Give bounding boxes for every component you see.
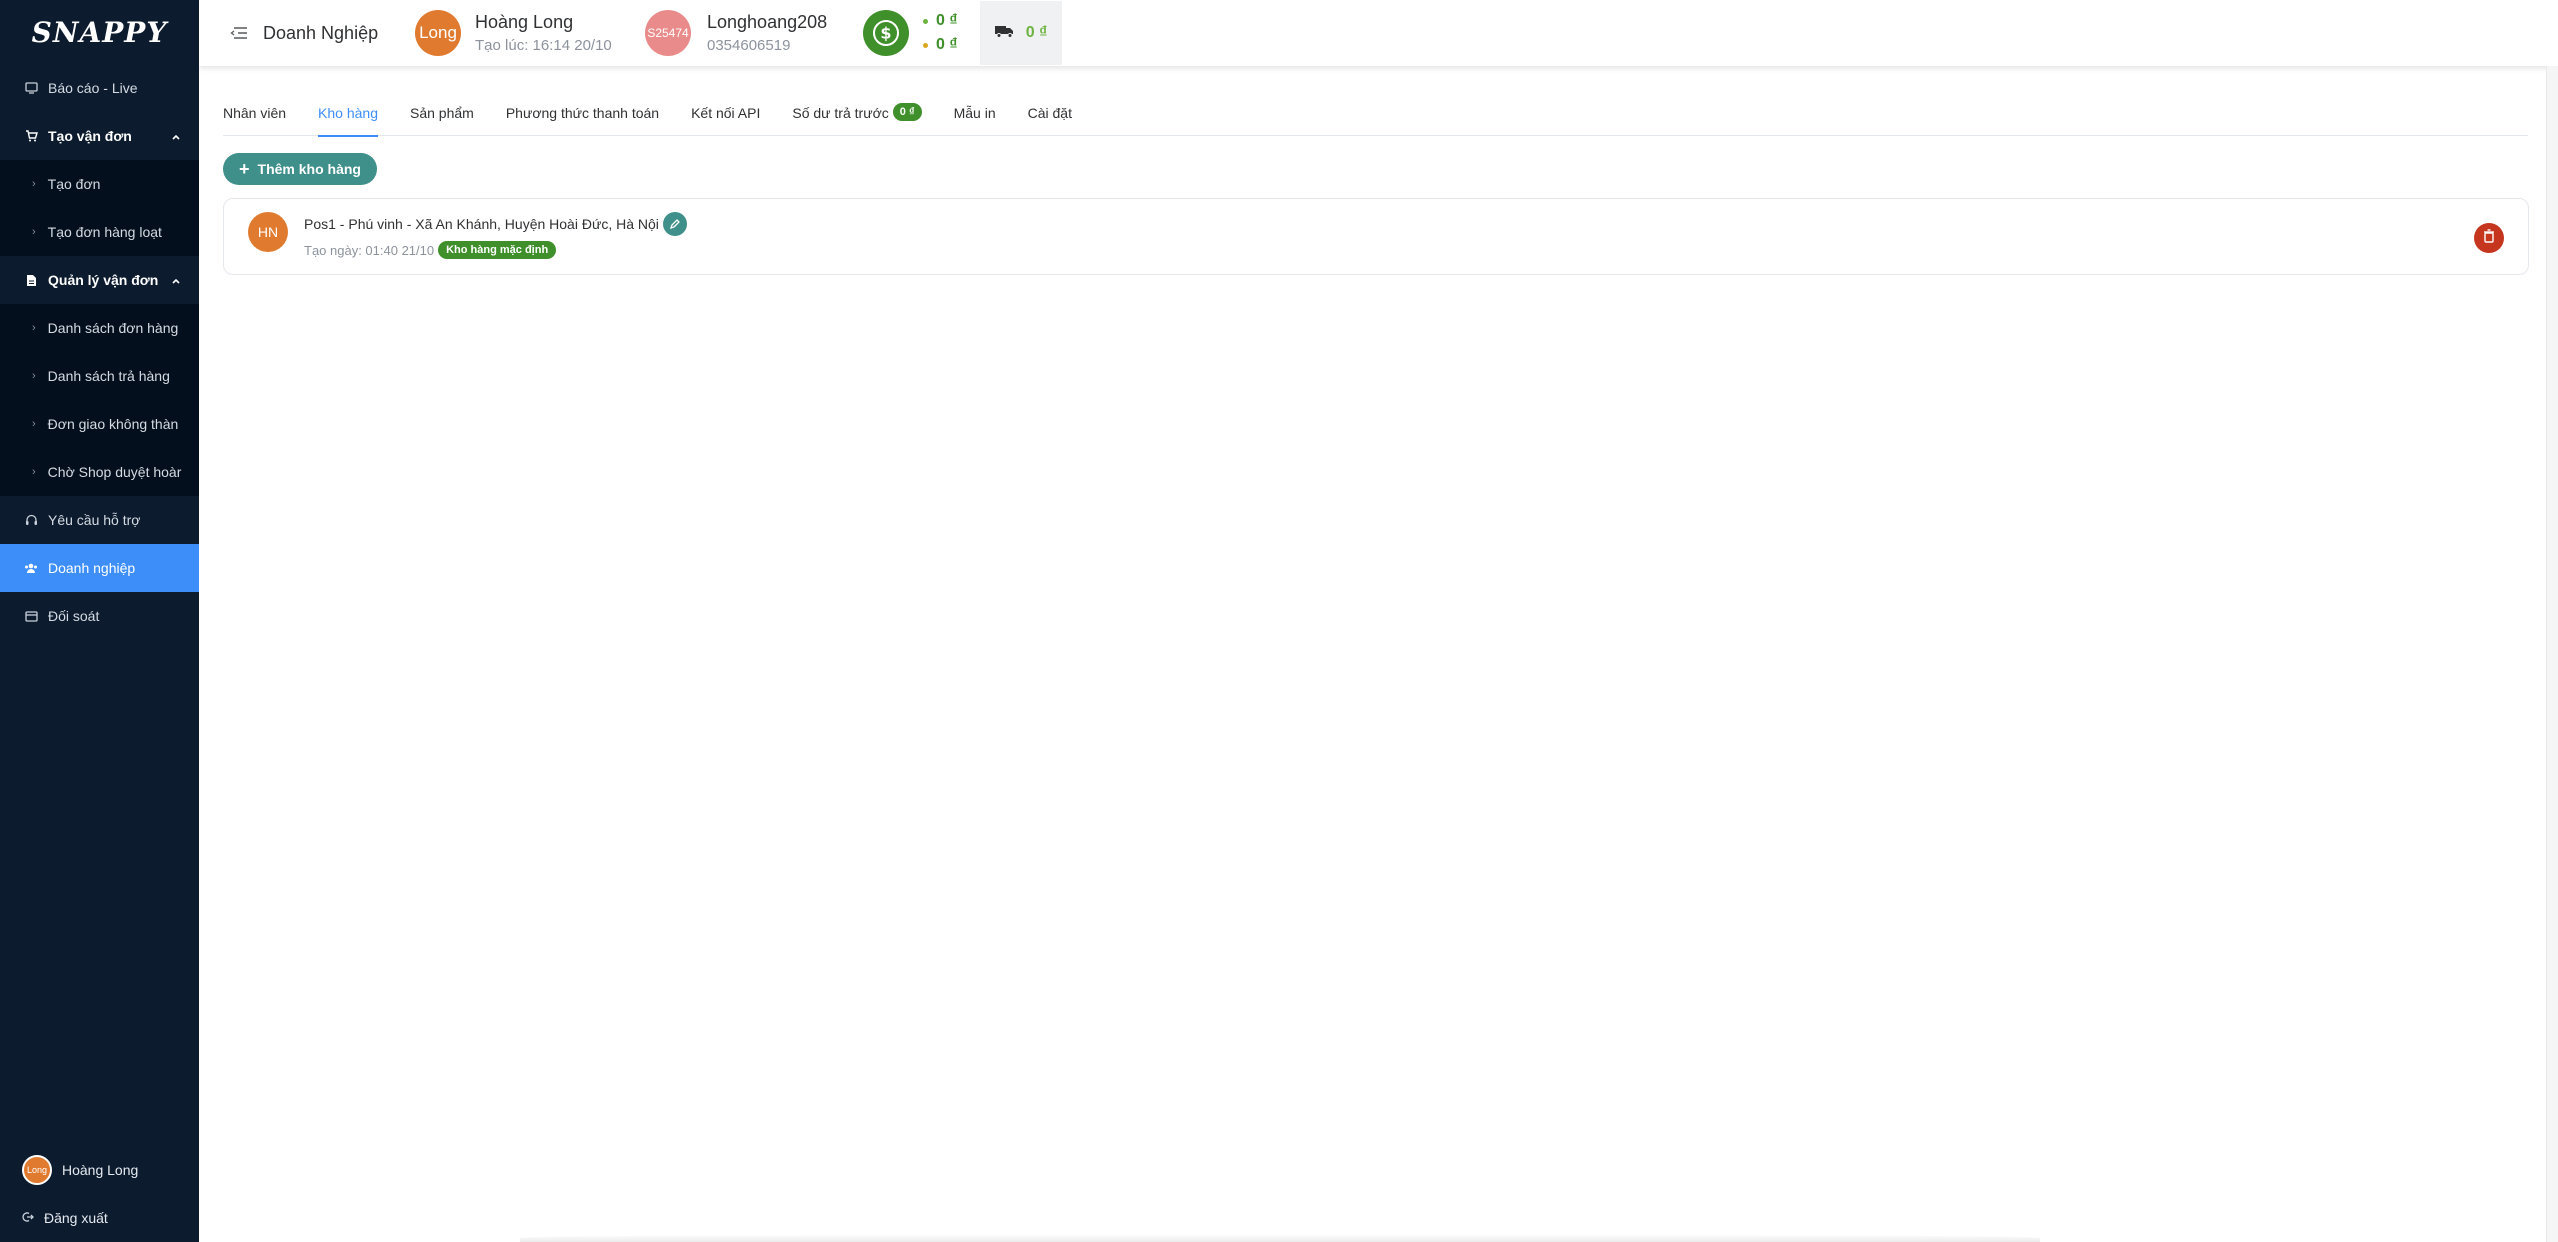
svg-text:$: $ (880, 24, 891, 43)
warehouse-meta: Tạo ngày: 01:40 21/10 Kho hàng mặc định (304, 241, 557, 259)
sidebar-item-label: Tạo đơn (47, 176, 101, 192)
card-icon (24, 609, 38, 623)
cart-icon (24, 129, 38, 143)
sidebar-nav: Báo cáo - Live Tạo vận đơn › Tạo đơn › T… (0, 64, 199, 640)
sidebar-group-quan-ly-van-don[interactable]: Quản lý vận đơn (0, 256, 199, 304)
tabs: Nhân viên Kho hàng Sản phẩm Phương thức … (223, 100, 2528, 137)
default-warehouse-badge: Kho hàng mặc định (438, 241, 557, 259)
shop-phone: 0354606519 (707, 37, 791, 54)
shop-avatar[interactable]: S25474 (645, 10, 691, 56)
chevron-right-icon: › (32, 178, 36, 190)
add-warehouse-label: Thêm kho hàng (257, 161, 361, 177)
sidebar-item-don-giao-khong-thanh[interactable]: › Đơn giao không thàn (0, 400, 199, 448)
tab-so-du-tra-truoc[interactable]: Số dư trả trước 0 ₫ (792, 100, 922, 136)
tab-cai-dat[interactable]: Cài đặt (1028, 100, 1072, 136)
top-header: Doanh Nghiệp Long Hoàng Long Tạo lúc: 16… (199, 0, 2558, 66)
logo-text: SNAPPY (31, 15, 168, 49)
warehouse-address-row: Pos1 - Phú vinh - Xã An Khánh, Huyện Hoà… (304, 212, 687, 236)
sidebar-group-tao-van-don[interactable]: Tạo vận đơn (0, 112, 199, 160)
sidebar-item-danh-sach-don-hang[interactable]: › Danh sách đơn hàng (0, 304, 199, 352)
status-dot (923, 18, 928, 24)
sidebar-item-yeu-cau-ho-tro[interactable]: Yêu cầu hỗ trợ (0, 496, 199, 544)
chevron-right-icon: › (32, 370, 36, 382)
shop-info: Longhoang208 0354606519 (707, 12, 847, 54)
sidebar: SNAPPY Báo cáo - Live Tạo vận đơn › Tạo … (0, 0, 199, 1242)
tab-san-pham[interactable]: Sản phẩm (410, 100, 474, 136)
user-avatar[interactable]: Long (415, 10, 461, 56)
logout-icon (22, 1210, 34, 1226)
chevron-up-icon (171, 273, 181, 289)
menu-toggle-icon[interactable] (219, 26, 259, 40)
monitor-icon (24, 81, 38, 95)
sidebar-item-label: Đơn giao không thàn (47, 416, 179, 432)
sidebar-footer: Long Hoàng Long Đăng xuất (0, 1146, 199, 1242)
warehouse-created: Tạo ngày: 01:40 21/10 (304, 242, 435, 258)
logout-button[interactable]: Đăng xuất (0, 1194, 199, 1242)
warehouse-address: Pos1 - Phú vinh - Xã An Khánh, Huyện Hoà… (304, 216, 659, 232)
prepaid-badge: 0 ₫ (892, 103, 922, 121)
sidebar-item-label: Quản lý vận đơn (48, 272, 159, 288)
balance-main: 0 ₫ (923, 9, 958, 33)
delete-warehouse-button[interactable] (2474, 223, 2504, 253)
footer-user-name: Hoàng Long (62, 1162, 139, 1178)
sidebar-item-doanh-nghiep[interactable]: Doanh nghiệp (0, 544, 199, 592)
logo[interactable]: SNAPPY (0, 0, 199, 64)
dollar-icon[interactable]: $ (863, 10, 909, 56)
sidebar-item-label: Danh sách trả hàng (47, 368, 170, 384)
tab-mau-in[interactable]: Mẫu in (954, 100, 996, 136)
chevron-right-icon: › (32, 322, 36, 334)
bottom-shadow (520, 1234, 2040, 1242)
plus-icon: + (239, 159, 250, 179)
sidebar-item-label: Tạo đơn hàng loạt (47, 224, 162, 240)
tab-ket-noi-api[interactable]: Kết nối API (691, 100, 760, 136)
status-dot (923, 42, 928, 48)
headset-icon (24, 513, 38, 527)
chevron-right-icon: › (32, 466, 36, 478)
sidebar-item-bao-cao-live[interactable]: Báo cáo - Live (0, 64, 199, 112)
sidebar-item-label: Đối soát (48, 608, 100, 624)
warehouse-card: HN Pos1 - Phú vinh - Xã An Khánh, Huyện … (223, 198, 2529, 275)
sidebar-item-doi-soat[interactable]: Đối soát (0, 592, 199, 640)
sidebar-item-label: Báo cáo - Live (48, 80, 138, 96)
sidebar-item-cho-shop-duyet[interactable]: › Chờ Shop duyệt hoàr (0, 448, 199, 496)
sidebar-item-tao-don-hang-loat[interactable]: › Tạo đơn hàng loạt (0, 208, 199, 256)
sidebar-item-label: Tạo vận đơn (48, 128, 132, 144)
scrollbar[interactable] (2546, 66, 2558, 1242)
chevron-up-icon (171, 129, 181, 145)
sidebar-item-danh-sach-tra-hang[interactable]: › Danh sách trả hàng (0, 352, 199, 400)
sidebar-item-label: Chờ Shop duyệt hoàr (47, 464, 182, 480)
shipping-balance-value: 0 ₫ (1025, 24, 1048, 41)
trash-icon (2483, 228, 2495, 248)
page-title: Doanh Nghiệp (263, 22, 379, 43)
document-icon (24, 273, 38, 287)
sidebar-item-label: Yêu cầu hỗ trợ (48, 512, 141, 528)
shipping-balance[interactable]: 0 ₫ (979, 1, 1062, 65)
shop-name: Longhoang208 (707, 12, 828, 32)
user-created: Tạo lúc: 16:14 20/10 (475, 37, 612, 54)
user-info: Hoàng Long Tạo lúc: 16:14 20/10 (475, 12, 645, 54)
sidebar-item-label: Doanh nghiệp (48, 560, 136, 576)
tab-kho-hang[interactable]: Kho hàng (318, 100, 378, 137)
chevron-right-icon: › (32, 418, 36, 430)
truck-icon (994, 23, 1026, 44)
logout-label: Đăng xuất (44, 1210, 108, 1226)
add-warehouse-button[interactable]: + Thêm kho hàng (223, 153, 377, 185)
tab-phuong-thuc-thanh-toan[interactable]: Phương thức thanh toán (506, 100, 659, 136)
sidebar-item-label: Danh sách đơn hàng (47, 320, 179, 336)
edit-icon[interactable] (662, 212, 687, 236)
tab-nhan-vien[interactable]: Nhân viên (223, 100, 286, 136)
avatar: Long (22, 1155, 52, 1185)
balance-secondary: 0 ₫ (923, 33, 958, 57)
users-icon (24, 561, 38, 575)
footer-user[interactable]: Long Hoàng Long (0, 1146, 199, 1194)
warehouse-avatar: HN (248, 212, 288, 252)
sidebar-item-tao-don[interactable]: › Tạo đơn (0, 160, 199, 208)
chevron-right-icon: › (32, 226, 36, 238)
balances: 0 ₫ 0 ₫ (923, 9, 958, 57)
user-name: Hoàng Long (475, 12, 574, 32)
